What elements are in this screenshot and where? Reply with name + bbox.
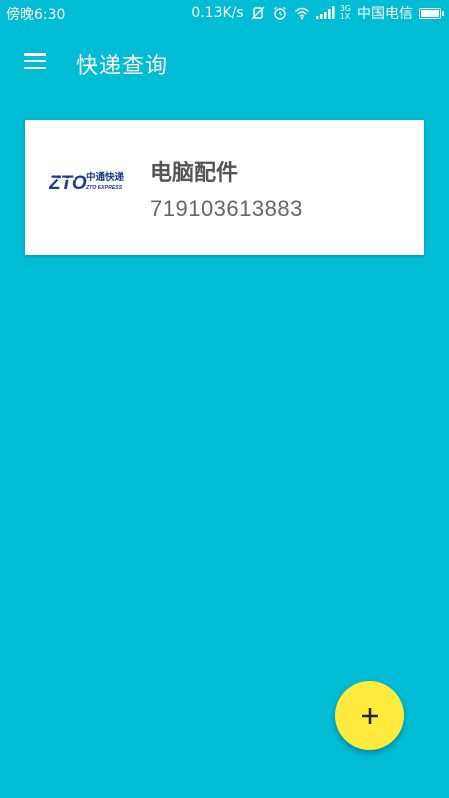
network-speed: 0.13K/s — [191, 5, 244, 21]
add-package-button[interactable] — [335, 681, 404, 750]
wifi-icon — [294, 5, 310, 21]
logo-en-text: ZTO EXPRESS — [85, 185, 123, 191]
menu-button[interactable] — [12, 42, 58, 80]
logo-cn-text: 中通快递 — [86, 171, 125, 183]
carrier-label: 中国电信 — [357, 6, 413, 22]
app-bar: 快递查询 — [0, 26, 449, 96]
status-bar: 傍晚6:30 0.13K/s 3G 1X 中国电信 — [0, 0, 449, 26]
battery-icon — [419, 7, 444, 19]
hamburger-menu-icon — [24, 53, 46, 69]
vibrate-off-icon — [250, 5, 266, 21]
battery-fill — [421, 9, 439, 17]
app-title: 快递查询 — [76, 54, 169, 79]
package-name: 电脑配件 — [150, 161, 239, 186]
network-type-bottom: 1X — [339, 12, 351, 21]
status-right-group: 0.13K/s 3G 1X 中国电信 — [191, 3, 444, 23]
tracking-number: 719103613883 — [150, 196, 303, 221]
alarm-icon — [272, 5, 288, 21]
logo-mark: ZTO — [49, 173, 87, 194]
network-type: 3G 1X — [340, 5, 351, 21]
plus-icon — [361, 707, 378, 724]
zto-logo-icon: ZTO 中通快递 ZTO EXPRESS — [48, 168, 129, 196]
package-card[interactable]: ZTO 中通快递 ZTO EXPRESS 电脑配件 719103613883 — [25, 120, 424, 255]
signal-icon — [315, 5, 336, 21]
status-time: 傍晚6:30 — [6, 7, 66, 23]
